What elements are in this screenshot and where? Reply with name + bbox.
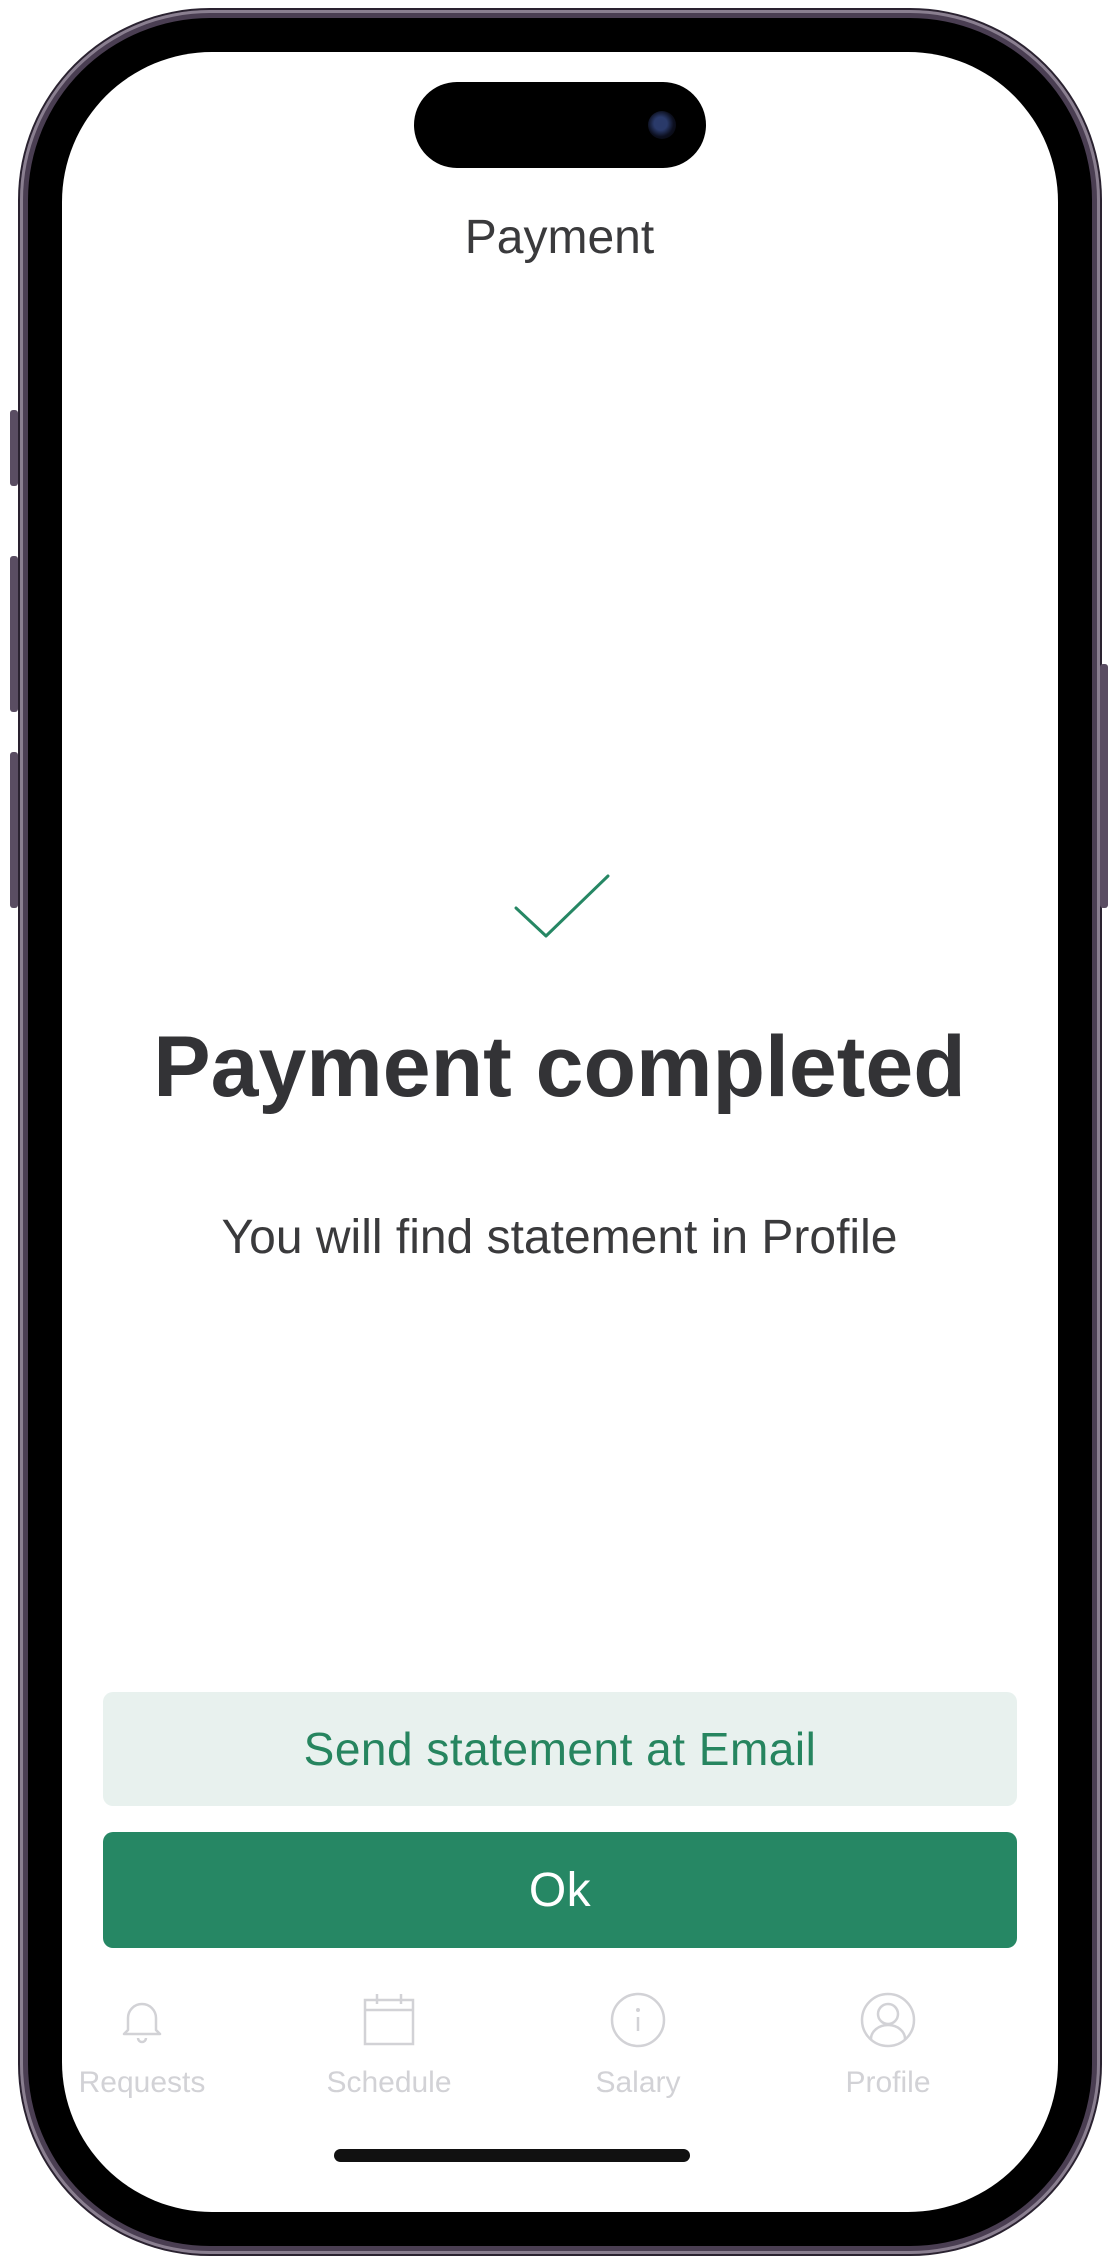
tab-salary[interactable]: Salary bbox=[528, 1990, 748, 2100]
power-button bbox=[1100, 664, 1108, 908]
volume-up-button bbox=[10, 556, 18, 712]
tab-label: Salary bbox=[595, 2066, 681, 2099]
info-icon bbox=[610, 1992, 666, 2048]
page-title: Payment bbox=[464, 211, 655, 264]
send-statement-email-button[interactable]: Send statement at Email bbox=[103, 1692, 1017, 1806]
tab-label: Profile bbox=[845, 2066, 931, 2099]
tab-bar: Requests Schedule Salary Profile bbox=[62, 1990, 1058, 2130]
tab-label: Requests bbox=[78, 2066, 206, 2099]
status-title: Payment completed bbox=[153, 1019, 966, 1115]
tab-profile[interactable]: Profile bbox=[778, 1990, 998, 2100]
tab-schedule[interactable]: Schedule bbox=[279, 1990, 499, 2100]
action-button bbox=[10, 410, 18, 486]
send-statement-email-label: Send statement at Email bbox=[303, 1723, 817, 1775]
ok-button-label: Ok bbox=[528, 1863, 592, 1917]
checkmark-icon bbox=[514, 874, 610, 938]
calendar-icon bbox=[363, 1994, 415, 2046]
tab-label: Schedule bbox=[326, 2066, 452, 2099]
status-message: You will find statement in Profile bbox=[221, 1211, 898, 1264]
bell-icon bbox=[122, 2002, 162, 2044]
user-icon bbox=[860, 1992, 916, 2048]
home-indicator[interactable] bbox=[334, 2149, 690, 2162]
ok-button[interactable]: Ok bbox=[103, 1832, 1017, 1948]
volume-down-button bbox=[10, 752, 18, 908]
front-camera bbox=[648, 111, 676, 139]
tab-requests[interactable]: Requests bbox=[32, 1990, 252, 2100]
